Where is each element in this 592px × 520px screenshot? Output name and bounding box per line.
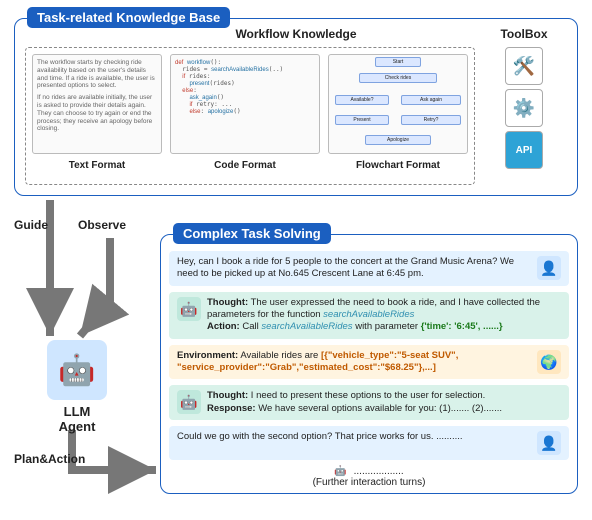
tools-icon: 🛠️ [505, 47, 543, 85]
thought-label-1: Thought: [207, 297, 248, 308]
toolbox-column: ToolBox 🛠️ ⚙️ API [479, 27, 569, 173]
action-param: {'time': '6:45', ......} [421, 321, 503, 332]
thought-label-2: Thought: [207, 390, 248, 401]
thought-text-2: I need to present these options to the u… [251, 390, 485, 401]
user-msg1-text: Hey, can I book a ride for 5 people to t… [177, 256, 531, 281]
flowchart-format-label: Flowchart Format [328, 160, 468, 171]
gear-icon: ⚙️ [505, 89, 543, 127]
kb-title: Task-related Knowledge Base [27, 7, 230, 28]
fn-name-1: searchAvailableRides [323, 309, 414, 320]
globe-icon: 🌍 [537, 350, 561, 374]
guide-label: Guide [14, 218, 48, 232]
observe-label: Observe [78, 218, 126, 232]
knowledge-base-panel: Task-related Knowledge Base Workflow Kno… [14, 18, 578, 196]
complex-task-panel: Complex Task Solving Hey, can I book a r… [160, 234, 578, 494]
robot-icon: 🤖 [47, 340, 107, 400]
workflow-formats-group: The workflow starts by checking ride ava… [25, 47, 475, 185]
user-msg2-text: Could we go with the second option? That… [177, 431, 531, 443]
further-turns-note: 🤖 .................. (Further interactio… [161, 466, 577, 488]
user-avatar-icon: 👤 [537, 256, 561, 280]
code-format-label: Code Format [170, 160, 320, 171]
api-icon: API [505, 131, 543, 169]
text-format-panel: The workflow starts by checking ride ava… [32, 54, 162, 154]
action-label-1: Action: [207, 321, 240, 332]
cts-title: Complex Task Solving [173, 223, 331, 244]
code-format-panel: def workflow(): rides = searchAvailableR… [170, 54, 320, 154]
user-avatar-icon-2: 👤 [537, 431, 561, 455]
response-text: We have several options available for yo… [258, 403, 502, 414]
env-pre: Available rides are [240, 350, 321, 361]
user-message-1: Hey, can I book a ride for 5 people to t… [169, 251, 569, 286]
action-post: with parameter [355, 321, 420, 332]
response-label: Response: [207, 403, 256, 414]
text-format-p1: The workflow starts by checking ride ava… [37, 59, 157, 90]
toolbox-title: ToolBox [479, 27, 569, 41]
agent-caption: LLM Agent [12, 404, 142, 434]
robot-avatar-icon: 🤖 [177, 297, 201, 321]
flowchart-format-panel: Start Check rides Available? Ask again P… [328, 54, 468, 154]
user-message-2: Could we go with the second option? That… [169, 426, 569, 460]
plan-action-label: Plan&Action [14, 452, 85, 466]
agent-message-2: 🤖 Thought: I need to present these optio… [169, 385, 569, 420]
env-label: Environment: [177, 350, 238, 361]
text-format-p2: If no rides are available initially, the… [37, 94, 157, 133]
environment-message: Environment: Available rides are [{"vehi… [169, 345, 569, 380]
agent-message-1: 🤖 Thought: The user expressed the need t… [169, 292, 569, 339]
robot-avatar-icon-2: 🤖 [177, 390, 201, 414]
text-format-label: Text Format [32, 160, 162, 171]
action-pre: Call [242, 321, 261, 332]
fn-name-2: searchAvailableRides [261, 321, 352, 332]
llm-agent-block: 🤖 LLM Agent [12, 340, 142, 434]
